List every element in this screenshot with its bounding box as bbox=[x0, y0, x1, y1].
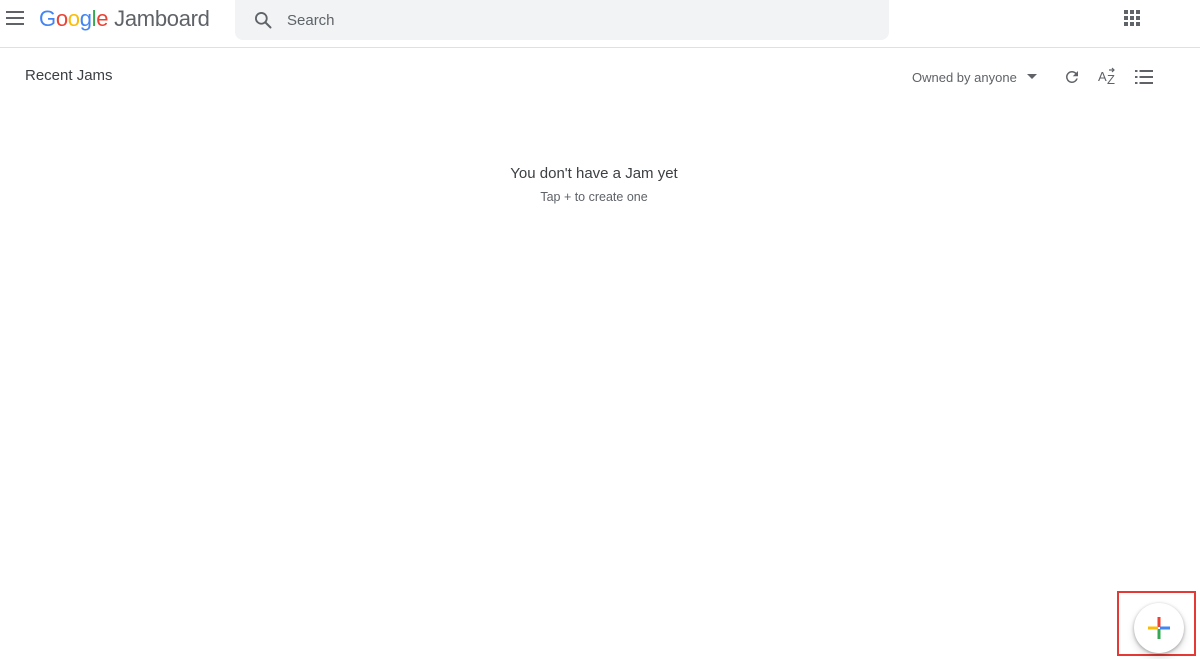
refresh-icon bbox=[1065, 70, 1078, 83]
caret-down-icon bbox=[1026, 71, 1039, 83]
logo-letter: G bbox=[39, 6, 56, 31]
top-app-bar: Google Jamboard bbox=[0, 0, 1200, 48]
search-bar[interactable] bbox=[235, 0, 889, 40]
jamboard-page: Google Jamboard Search Recent Jams Owned… bbox=[0, 0, 1200, 659]
product-name: Jamboard bbox=[114, 6, 210, 31]
google-wordmark: Google bbox=[39, 6, 108, 32]
jamboard-logo[interactable]: Google Jamboard bbox=[39, 4, 210, 34]
svg-text:Z: Z bbox=[1107, 72, 1115, 87]
empty-state-title: You don't have a Jam yet bbox=[510, 165, 678, 182]
hamburger-menu-icon bbox=[6, 11, 24, 25]
owner-filter-dropdown[interactable]: Owned by anyone bbox=[912, 68, 1039, 86]
google-apps-button[interactable] bbox=[1120, 6, 1144, 30]
page-title: Recent Jams bbox=[25, 67, 113, 84]
logo-letter: e bbox=[96, 6, 109, 31]
refresh-button[interactable] bbox=[1061, 66, 1083, 88]
list-view-icon bbox=[1135, 70, 1153, 84]
apps-grid-icon bbox=[1124, 10, 1140, 26]
create-jam-button[interactable] bbox=[1134, 603, 1184, 653]
svg-text:A: A bbox=[1098, 69, 1107, 84]
empty-state-subtitle: Tap + to create one bbox=[540, 190, 648, 204]
owner-filter-label: Owned by anyone bbox=[912, 69, 1017, 85]
logo-letter: g bbox=[79, 6, 92, 31]
plus-icon bbox=[1148, 617, 1170, 639]
search-icon[interactable] bbox=[251, 8, 275, 32]
sort-az-icon: A Z bbox=[1098, 67, 1115, 87]
view-toggle-button[interactable] bbox=[1133, 66, 1155, 88]
logo-letter: o bbox=[67, 6, 80, 31]
sort-button[interactable]: A Z bbox=[1097, 66, 1119, 88]
search-input[interactable] bbox=[285, 1, 849, 39]
main-menu-button[interactable] bbox=[4, 6, 26, 30]
logo-letter: o bbox=[55, 6, 68, 31]
